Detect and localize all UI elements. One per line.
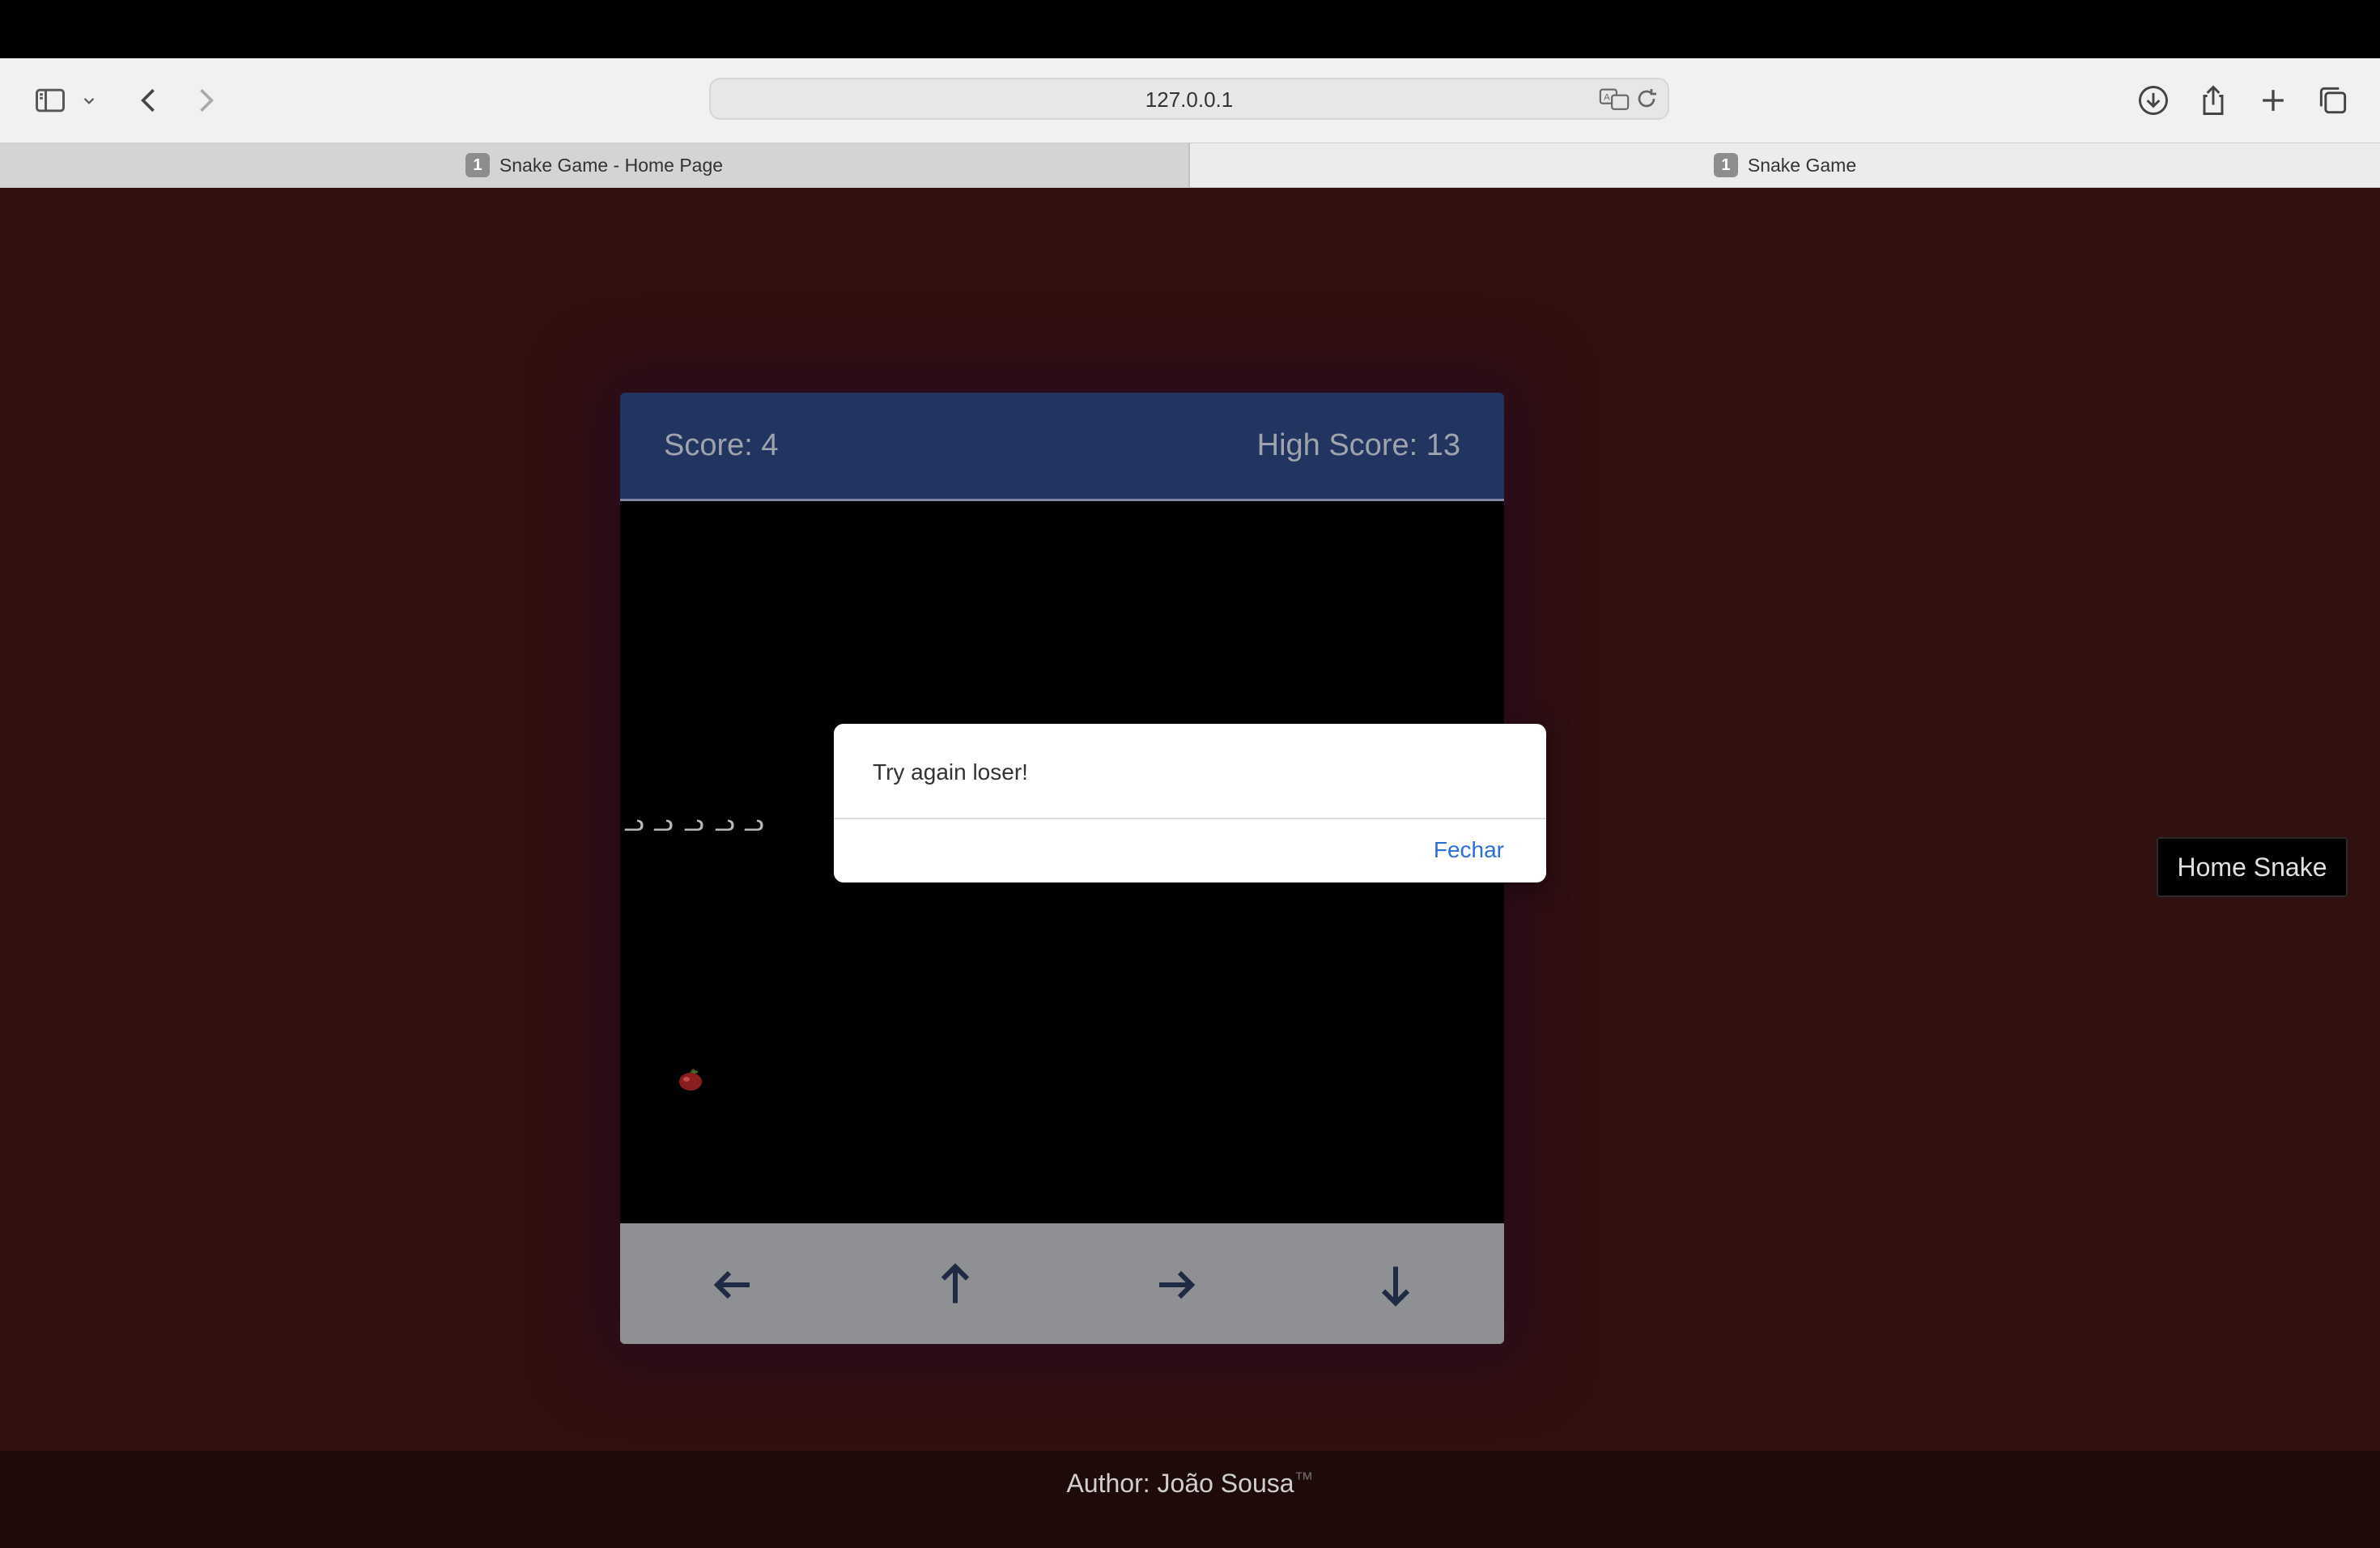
dialog-message: Try again loser! [873, 759, 1028, 785]
up-arrow-icon[interactable] [923, 1252, 988, 1317]
sidebar-icon[interactable] [28, 78, 73, 123]
snake-segment: ᓗ [683, 809, 704, 837]
score-bar: Score: 4 High Score: 13 [620, 393, 1504, 501]
right-arrow-icon[interactable] [1143, 1252, 1208, 1317]
address-bar[interactable]: 127.0.0.1 A [709, 78, 1669, 120]
high-score-label: High Score: 13 [1256, 428, 1460, 462]
new-tab-icon[interactable] [2250, 78, 2296, 123]
tab-snake-home[interactable]: 1 Snake Game - Home Page [0, 143, 1190, 187]
tab-badge: 1 [1713, 153, 1738, 177]
system-menu-bar [0, 0, 2380, 58]
back-icon[interactable] [126, 78, 172, 123]
translate-icon[interactable]: A [1598, 84, 1630, 113]
footer: Author: João Sousa™ [0, 1451, 2380, 1548]
left-arrow-icon[interactable] [701, 1252, 766, 1317]
forward-icon[interactable] [183, 78, 228, 123]
tab-overview-icon[interactable] [2310, 78, 2356, 123]
author-text: Author: João Sousa [1066, 1469, 1294, 1498]
tab-badge: 1 [465, 153, 490, 177]
controls-bar [620, 1223, 1504, 1344]
tab-snake-game[interactable]: 1 Snake Game [1190, 143, 2380, 187]
snake-segment: ᓗ [714, 809, 735, 837]
svg-text:A: A [1604, 92, 1610, 102]
url-text: 127.0.0.1 [1145, 87, 1234, 112]
browser-toolbar: 127.0.0.1 A [0, 58, 2380, 142]
download-icon[interactable] [2131, 78, 2176, 123]
alert-dialog: Try again loser! Fechar [834, 724, 1546, 882]
footer-author: Author: João Sousa™ [0, 1469, 2380, 1499]
apple-icon [679, 1069, 702, 1091]
snake-segment: ᓗ [623, 809, 644, 837]
trademark-symbol: ™ [1294, 1469, 1314, 1491]
reload-icon[interactable] [1632, 84, 1661, 113]
share-icon[interactable] [2191, 78, 2236, 123]
chevron-down-icon[interactable] [73, 78, 105, 123]
score-label: Score: 4 [664, 428, 779, 462]
tab-bar: 1 Snake Game - Home Page 1 Snake Game [0, 142, 2380, 188]
down-arrow-icon[interactable] [1363, 1252, 1428, 1317]
tab-title: Snake Game - Home Page [499, 154, 724, 176]
tab-title: Snake Game [1747, 154, 1857, 176]
home-snake-button[interactable]: Home Snake [2157, 837, 2348, 897]
dialog-divider [834, 818, 1546, 819]
snake-segment: ᓗ [652, 809, 674, 837]
snake-segment: ᓗ [743, 809, 764, 837]
close-button[interactable]: Fechar [1434, 837, 1504, 863]
